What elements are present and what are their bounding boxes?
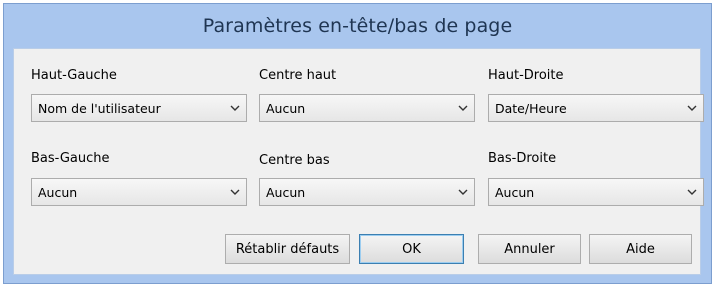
chevron-down-icon — [224, 95, 246, 121]
chevron-down-icon — [681, 179, 703, 205]
help-button[interactable]: Aide — [589, 234, 692, 264]
dialog-client-area: Haut-Gauche Centre haut Haut-Droite Nom … — [13, 48, 704, 275]
bottom-right-select[interactable]: Aucun — [488, 178, 704, 206]
bottom-center-select-value: Aucun — [266, 184, 306, 200]
dialog-window: Paramètres en-tête/bas de page Haut-Gauc… — [3, 3, 712, 284]
restore-defaults-button[interactable]: Rétablir défauts — [225, 234, 350, 264]
top-right-select-value: Date/Heure — [495, 100, 567, 116]
dialog-title: Paramètres en-tête/bas de page — [202, 15, 513, 37]
bottom-right-label: Bas-Droite — [488, 151, 557, 166]
top-right-select[interactable]: Date/Heure — [488, 94, 704, 122]
top-left-select[interactable]: Nom de l'utilisateur — [31, 94, 247, 122]
cancel-button[interactable]: Annuler — [478, 234, 581, 264]
top-center-label: Centre haut — [259, 68, 337, 83]
chevron-down-icon — [224, 179, 246, 205]
top-center-select-value: Aucun — [266, 100, 306, 116]
top-left-label: Haut-Gauche — [31, 68, 117, 83]
ok-button[interactable]: OK — [359, 234, 464, 264]
chevron-down-icon — [452, 95, 474, 121]
bottom-left-label: Bas-Gauche — [31, 151, 110, 166]
chevron-down-icon — [681, 95, 703, 121]
bottom-center-select[interactable]: Aucun — [259, 178, 475, 206]
bottom-center-label: Centre bas — [259, 153, 330, 168]
top-center-select[interactable]: Aucun — [259, 94, 475, 122]
bottom-right-select-value: Aucun — [495, 184, 535, 200]
chevron-down-icon — [452, 179, 474, 205]
bottom-left-select[interactable]: Aucun — [31, 178, 247, 206]
bottom-left-select-value: Aucun — [38, 184, 78, 200]
top-right-label: Haut-Droite — [488, 68, 564, 83]
top-left-select-value: Nom de l'utilisateur — [38, 100, 161, 116]
